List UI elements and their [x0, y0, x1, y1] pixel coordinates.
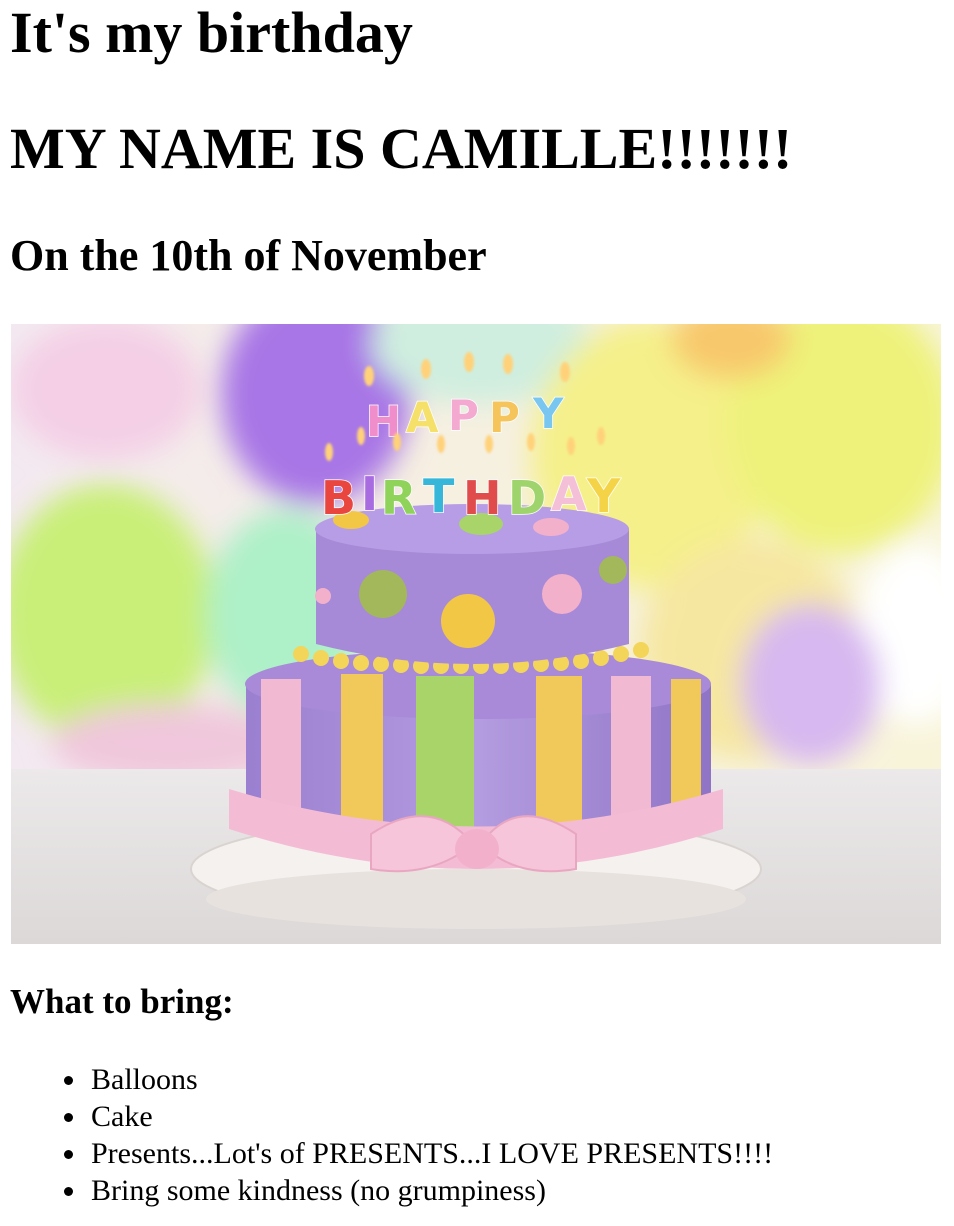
date-heading: On the 10th of November — [10, 231, 487, 280]
svg-text:Y: Y — [532, 389, 564, 438]
bring-list: Balloons Cake Presents...Lot's of PRESEN… — [0, 1061, 773, 1209]
page-title: It's my birthday — [10, 0, 413, 65]
svg-text:A: A — [551, 467, 587, 521]
list-item: Presents...Lot's of PRESENTS...I LOVE PR… — [0, 1135, 773, 1172]
what-to-bring-heading: What to bring: — [10, 982, 234, 1021]
svg-text:R: R — [381, 471, 416, 525]
birthday-cake-image: H A P P Y B I R T H D A Y — [11, 324, 941, 944]
name-heading: MY NAME IS CAMILLE!!!!!!! — [10, 116, 793, 181]
svg-text:P: P — [489, 393, 520, 442]
list-item: Bring some kindness (no grumpiness) — [0, 1172, 773, 1209]
svg-text:D: D — [508, 471, 546, 525]
svg-text:A: A — [406, 393, 439, 442]
list-item: Cake — [0, 1098, 773, 1135]
svg-text:P: P — [448, 391, 479, 440]
list-item: Balloons — [0, 1061, 773, 1098]
svg-text:I: I — [361, 467, 378, 521]
svg-text:Y: Y — [586, 469, 621, 523]
svg-text:T: T — [423, 469, 455, 523]
svg-text:H: H — [463, 471, 502, 525]
svg-text:B: B — [321, 471, 356, 525]
